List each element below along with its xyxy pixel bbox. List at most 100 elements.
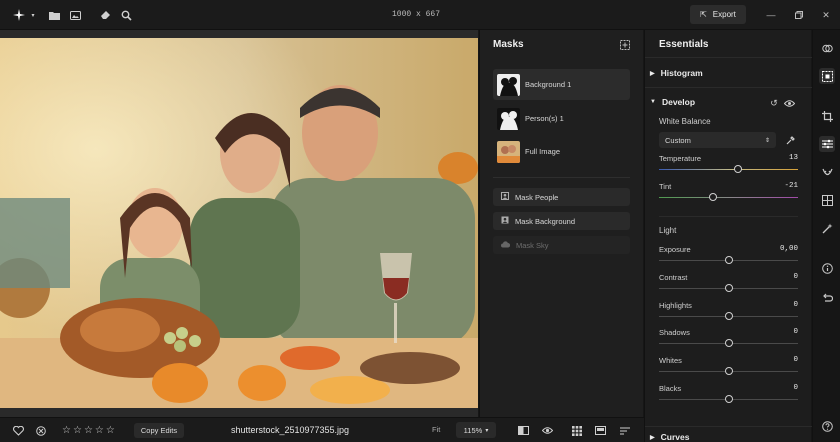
white-balance-select[interactable]: Custom ⇕ <box>659 132 776 148</box>
updown-icon: ⇕ <box>764 137 770 144</box>
essentials-title: Essentials <box>659 39 709 50</box>
star-rating[interactable]: ☆ ☆ ☆ ☆ ☆ <box>62 424 115 437</box>
slider-knob[interactable] <box>724 256 733 264</box>
mask-label: Background 1 <box>525 80 572 89</box>
magic-search-icon[interactable] <box>119 8 133 22</box>
masks-panel: Masks Background 1 Person(s) 1 Full Imag… <box>479 30 643 417</box>
tint-track[interactable] <box>659 197 798 198</box>
divider <box>493 177 630 178</box>
mask-sky-label: Mask Sky <box>516 240 549 250</box>
temperature-track[interactable] <box>659 169 798 170</box>
divider <box>645 87 812 88</box>
chevron-down-icon: ▼ <box>650 99 656 105</box>
slider-value: 0,00 <box>779 245 798 253</box>
slider-value: 0 <box>793 356 798 365</box>
slider-value: 0 <box>793 328 798 337</box>
slider-knob[interactable] <box>724 367 733 376</box>
export-label: Export <box>712 10 736 19</box>
star-icon[interactable]: ☆ <box>84 424 93 437</box>
masks-icon[interactable] <box>819 68 835 84</box>
slider-knob[interactable] <box>724 283 733 292</box>
zoom-select[interactable]: 115% ▾ <box>456 422 496 438</box>
chevron-right-icon: ▶ <box>650 434 655 441</box>
chevron-down-icon[interactable]: ▾ <box>26 8 40 22</box>
close-icon[interactable]: ✕ <box>819 8 833 22</box>
portrait-icon[interactable] <box>819 164 835 180</box>
star-icon[interactable]: ☆ <box>95 424 104 437</box>
divider <box>645 426 812 427</box>
image-canvas[interactable] <box>0 30 478 417</box>
slider-knob[interactable] <box>724 339 733 348</box>
image-icon[interactable] <box>68 8 82 22</box>
eraser-icon[interactable] <box>98 8 112 22</box>
ai-magic-icon[interactable] <box>819 220 835 236</box>
add-mask-icon[interactable] <box>618 38 632 52</box>
minimize-icon[interactable]: — <box>764 8 778 22</box>
person-icon <box>501 192 509 202</box>
history-icon[interactable] <box>819 290 835 306</box>
copy-edits-button[interactable]: Copy Edits <box>134 423 184 438</box>
eye-icon[interactable] <box>541 424 554 437</box>
compare-icon[interactable] <box>517 424 530 437</box>
tool-rail <box>812 30 840 442</box>
slider-value: 0 <box>793 272 798 281</box>
family-photo-image <box>0 38 478 408</box>
slider-knob[interactable] <box>709 193 718 201</box>
mask-background-label: Mask Background <box>515 216 576 226</box>
mask-item-persons-1[interactable]: Person(s) 1 <box>493 103 630 134</box>
slider-label: Temperature <box>659 154 702 163</box>
histogram-section[interactable]: ▶ Histogram <box>650 68 703 78</box>
mask-label: Person(s) 1 <box>525 114 564 123</box>
eyedropper-icon[interactable] <box>782 132 798 148</box>
folder-icon[interactable] <box>47 8 61 22</box>
sort-icon[interactable] <box>618 424 631 437</box>
slider-value: -21 <box>784 182 798 190</box>
mask-people-button[interactable]: Mask People <box>493 188 630 206</box>
slider-label: Highlights <box>659 300 692 310</box>
mask-background-button[interactable]: Mask Background <box>493 212 630 230</box>
grid-icon[interactable] <box>570 424 583 437</box>
mask-item-background-1[interactable]: Background 1 <box>493 69 630 100</box>
info-icon[interactable] <box>819 260 835 276</box>
slider-label: Contrast <box>659 272 688 282</box>
slider-knob[interactable] <box>724 311 733 320</box>
mask-sky-button[interactable]: Mask Sky <box>493 236 630 254</box>
slider-knob[interactable] <box>734 165 743 173</box>
filmstrip-icon[interactable] <box>594 424 607 437</box>
zoom-value: 115% <box>463 425 483 435</box>
export-button[interactable]: ⇱ Export <box>690 5 746 24</box>
heart-icon[interactable] <box>12 424 25 437</box>
chevron-down-icon: ▾ <box>485 427 489 434</box>
slider-value: 0 <box>793 300 798 309</box>
eye-icon[interactable] <box>782 96 796 110</box>
photo[interactable] <box>0 38 478 408</box>
slider-label: Tint <box>659 182 672 191</box>
develop-section[interactable]: ▼ Develop <box>650 97 695 107</box>
fit-button[interactable]: Fit <box>432 425 440 434</box>
mask-people-label: Mask People <box>515 192 559 202</box>
curves-section[interactable]: ▶ Curves <box>650 432 689 442</box>
slider-knob[interactable] <box>724 395 733 403</box>
slider-label: Exposure <box>659 245 691 254</box>
crop-icon[interactable] <box>819 108 835 124</box>
restore-icon[interactable] <box>792 8 806 22</box>
reset-icon[interactable]: ↺ <box>767 96 781 110</box>
white-balance-label: White Balance <box>659 117 711 126</box>
star-icon[interactable]: ☆ <box>62 424 71 437</box>
presets-icon[interactable] <box>819 40 835 56</box>
mask-thumbnail <box>497 107 520 130</box>
mask-item-full-image[interactable]: Full Image <box>493 136 630 167</box>
slider-value: 13 <box>788 154 798 162</box>
sky-icon <box>501 240 511 250</box>
layers-icon[interactable] <box>819 192 835 208</box>
star-icon[interactable]: ☆ <box>73 424 82 437</box>
curves-label: Curves <box>660 432 690 442</box>
app-logo-icon[interactable] <box>12 8 26 22</box>
file-name: shutterstock_2510977355.jpg <box>230 425 350 435</box>
chevron-right-icon: ▶ <box>650 70 655 77</box>
adjustments-icon[interactable] <box>819 136 835 152</box>
help-icon[interactable] <box>819 418 835 434</box>
background-icon <box>501 216 509 226</box>
star-icon[interactable]: ☆ <box>106 424 115 437</box>
reject-icon[interactable] <box>34 424 47 437</box>
